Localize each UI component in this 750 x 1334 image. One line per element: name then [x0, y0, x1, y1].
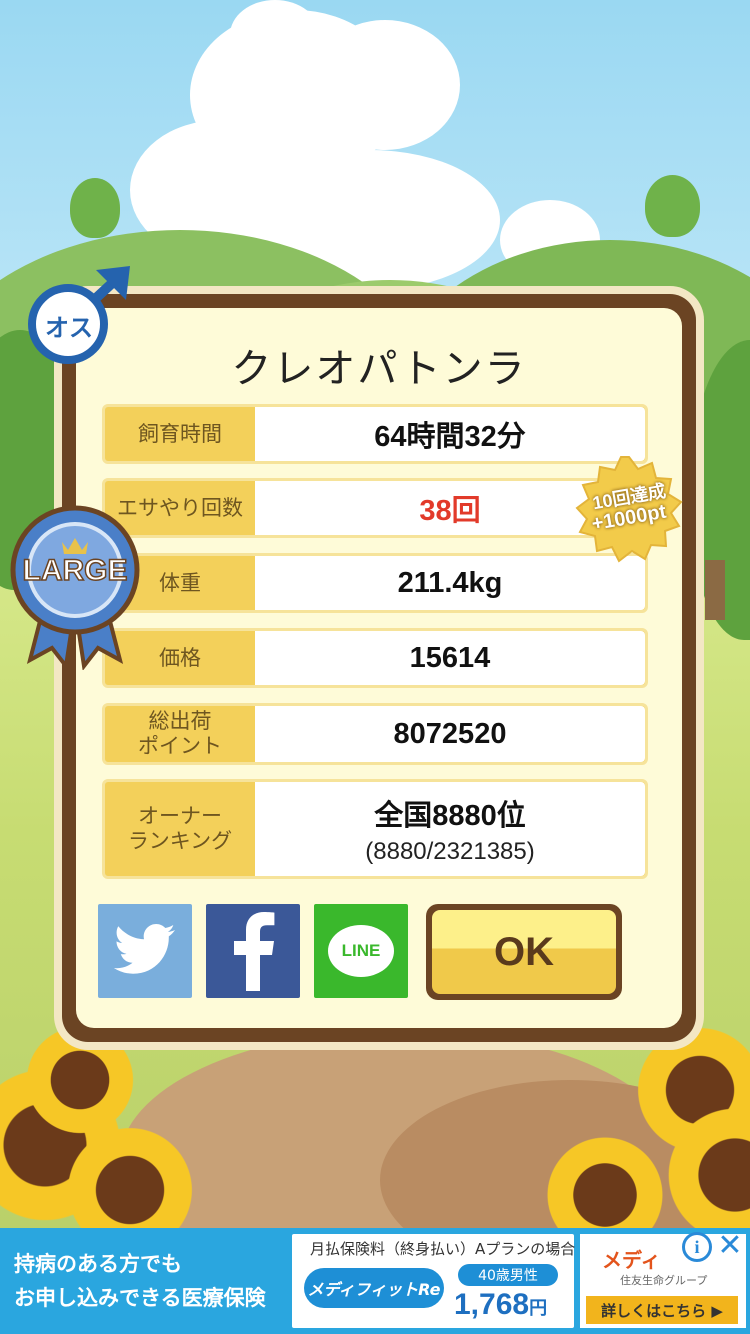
ad-headline: 持病のある方でも お申し込みできる医療保険 — [0, 1228, 290, 1334]
stat-label: 総出荷 ポイント — [105, 706, 255, 762]
ad-plan-box: 月払保険料（終身払い）Aプランの場合 メディフィットRe 40歳男性 1,768… — [292, 1234, 576, 1328]
cloud — [230, 0, 320, 70]
ad-brand: メディ — [602, 1248, 661, 1272]
stat-label-line1: 総出荷 — [148, 709, 212, 733]
ad-plan-text: 月払保険料（終身払い）Aプランの場合 — [310, 1240, 576, 1258]
stat-value: 64時間32分 — [255, 407, 645, 461]
stat-value: 15614 — [255, 631, 645, 685]
tree — [645, 175, 700, 237]
cloud — [310, 20, 460, 150]
ad-price-unit: 円 — [529, 1298, 548, 1318]
facebook-f-icon — [234, 912, 275, 991]
stat-label-line1: オーナー — [138, 804, 222, 828]
gender-label: オス — [45, 314, 93, 342]
ad-price: 1,768円 — [454, 1288, 547, 1322]
twitter-share-button[interactable] — [98, 904, 192, 998]
pig-name: クレオパトンラ — [231, 346, 527, 392]
ad-price-value: 1,768 — [454, 1288, 530, 1321]
stat-row-weight: 体重 211.4kg — [102, 553, 648, 613]
male-gender-icon: オス — [26, 262, 136, 372]
ok-button-label: OK — [432, 910, 616, 994]
tree-trunk — [705, 560, 725, 620]
line-label: LINE — [341, 941, 381, 960]
stat-label: オーナー ランキング — [105, 782, 255, 876]
stat-row-price: 価格 15614 — [102, 628, 648, 688]
ranking-detail: (8880/2321385) — [365, 838, 535, 865]
stat-row-feed-count: エサやり回数 38回 — [102, 478, 648, 538]
facebook-share-button[interactable] — [206, 904, 300, 998]
stat-row-raising-time: 飼育時間 64時間32分 — [102, 404, 648, 464]
ad-group: 住友生命グループ — [620, 1274, 708, 1287]
ok-button[interactable]: OK — [426, 904, 622, 1000]
stat-label-line2: ポイント — [138, 734, 222, 758]
line-share-button[interactable]: LINE — [314, 904, 408, 998]
ad-product-logo: メディフィットRe — [304, 1268, 444, 1308]
ad-cta-button[interactable]: 詳しくはこちら ▶ — [586, 1296, 738, 1324]
stat-label-line2: ランキング — [127, 829, 233, 853]
ad-headline-line2: お申し込みできる医療保険 — [14, 1286, 266, 1310]
line-bubble-icon: LINE — [328, 925, 394, 977]
ad-banner[interactable]: 持病のある方でも お申し込みできる医療保険 月払保険料（終身払い）Aプランの場合… — [0, 1228, 750, 1334]
achievement-seal: 10回達成 +1000pt — [574, 455, 684, 565]
ad-target-tag: 40歳男性 — [458, 1264, 558, 1286]
ad-info-icon[interactable]: i — [682, 1232, 712, 1262]
stat-row-shipping-points: 総出荷 ポイント 8072520 — [102, 703, 648, 765]
ribbon-label: LARGE — [22, 553, 129, 588]
size-ribbon: LARGE — [10, 490, 140, 670]
tree — [70, 178, 120, 238]
ad-headline-line1: 持病のある方でも — [14, 1252, 182, 1276]
stat-label: 飼育時間 — [138, 421, 222, 446]
panel-inner: クレオパトンラ 飼育時間 64時間32分 エサやり回数 38回 体重 211.4… — [76, 308, 682, 1028]
stat-row-owner-ranking: オーナー ランキング 全国8880位 (8880/2321385) — [102, 779, 648, 879]
stat-value: 全国8880位 (8880/2321385) — [255, 782, 645, 876]
pig-status-panel: クレオパトンラ 飼育時間 64時間32分 エサやり回数 38回 体重 211.4… — [62, 294, 696, 1042]
twitter-bird-icon — [113, 924, 175, 974]
stat-value: 8072520 — [255, 706, 645, 762]
ranking-value: 全国8880位 — [374, 800, 526, 832]
ad-close-icon[interactable]: ✕ — [714, 1230, 746, 1262]
